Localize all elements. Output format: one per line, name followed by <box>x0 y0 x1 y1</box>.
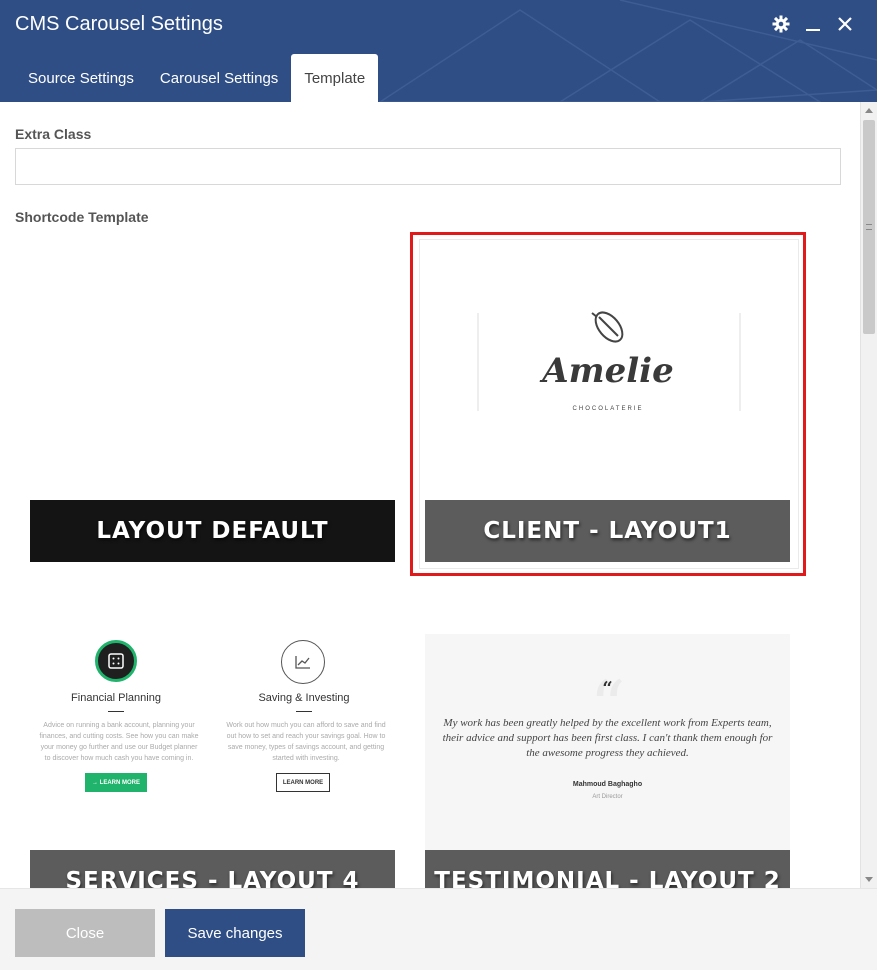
minimize-icon[interactable] <box>803 14 823 34</box>
template-testimonial-layout2[interactable]: “ “ My work has been greatly helped by t… <box>425 634 790 888</box>
template-label: CLIENT - LAYOUT1 <box>425 500 790 562</box>
cocoa-bean-icon <box>591 311 624 343</box>
dialog-title: CMS Carousel Settings <box>15 13 223 35</box>
client-logo-subtext: CHOCOLATERIE <box>572 406 644 412</box>
dialog-footer: Close Save changes <box>0 888 877 970</box>
template-services-layout4[interactable]: Financial Planning Advice on running a b… <box>30 632 395 888</box>
scroll-up-arrow-icon[interactable] <box>865 108 873 113</box>
tab-carousel-settings[interactable]: Carousel Settings <box>147 54 291 102</box>
service-divider <box>296 711 312 712</box>
service-title: Financial Planning <box>71 692 161 704</box>
service-text: Work out how much you can afford to save… <box>226 722 386 762</box>
testimonial-quote: My work has been greatly helped by the e… <box>442 717 773 759</box>
template-layout-default[interactable]: LAYOUT DEFAULT <box>30 242 395 562</box>
close-icon[interactable] <box>835 14 855 34</box>
testimonial-role: Art Director <box>592 794 623 800</box>
shortcode-template-label: Shortcode Template <box>15 209 149 225</box>
dialog-header: CMS Carousel Settings Source Settings Ca… <box>0 0 877 102</box>
close-button[interactable]: Close <box>15 909 155 957</box>
save-changes-button[interactable]: Save changes <box>165 909 305 957</box>
financial-planning-icon <box>95 640 137 682</box>
service-title: Saving & Investing <box>258 692 350 704</box>
template-label: SERVICES - LAYOUT 4 <box>30 850 395 888</box>
extra-class-input[interactable] <box>15 148 841 185</box>
learn-more-button: LEARN MORE <box>276 773 330 792</box>
quote-icon: “ <box>602 678 613 699</box>
client-logo-text: Amelie <box>542 351 674 391</box>
extra-class-label: Extra Class <box>15 126 92 142</box>
tab-source-settings[interactable]: Source Settings <box>15 54 147 102</box>
learn-more-button: → LEARN MORE <box>85 773 147 792</box>
scroll-down-arrow-icon[interactable] <box>865 877 873 882</box>
service-text: Advice on running a bank account, planni… <box>39 722 199 762</box>
content-scrollbar[interactable] <box>860 102 877 888</box>
tab-bar: Source Settings Carousel Settings Templa… <box>15 54 379 102</box>
gear-icon[interactable] <box>771 14 791 34</box>
testimonial-author: Mahmoud Baghagho <box>572 781 643 788</box>
tab-template[interactable]: Template <box>291 54 379 102</box>
saving-investing-icon <box>281 640 325 684</box>
template-label: LAYOUT DEFAULT <box>30 500 395 562</box>
scrollbar-grip-icon <box>866 224 872 230</box>
dialog-content: Extra Class Shortcode Template LAYOUT DE… <box>0 102 860 888</box>
template-label: TESTIMONIAL - LAYOUT 2 <box>425 850 790 888</box>
service-divider <box>108 711 124 712</box>
template-client-layout1[interactable]: Amelie CHOCOLATERIE CLIENT - LAYOUT1 <box>410 232 806 576</box>
scrollbar-thumb[interactable] <box>863 120 875 334</box>
